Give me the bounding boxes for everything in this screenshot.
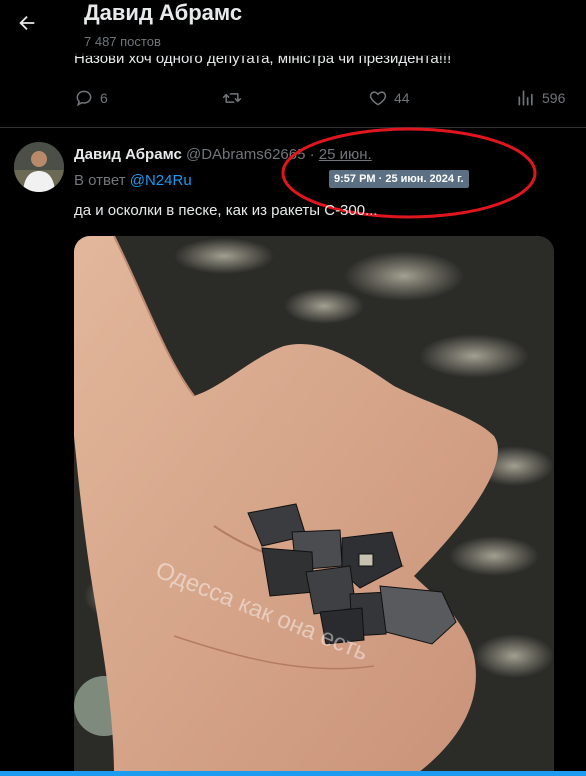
avatar[interactable] bbox=[14, 142, 64, 192]
views-count: 596 bbox=[542, 90, 566, 106]
header-posts-count: 7 487 постов bbox=[84, 34, 161, 49]
repost-button[interactable] bbox=[221, 88, 243, 108]
views-button[interactable]: 596 bbox=[516, 88, 565, 108]
author-name[interactable]: Давид Абрамс bbox=[74, 146, 182, 163]
post-divider bbox=[0, 127, 586, 128]
bottom-accent-bar bbox=[0, 771, 586, 776]
heart-icon bbox=[369, 91, 387, 106]
timestamp-tooltip: 9:57 PM · 25 июн. 2024 г. bbox=[329, 170, 469, 188]
header-separator: · bbox=[309, 146, 315, 163]
reply-count: 6 bbox=[100, 90, 108, 106]
like-button[interactable]: 44 bbox=[368, 88, 410, 108]
views-icon bbox=[518, 90, 533, 106]
tweet-header: Давид Абрамс @DAbrams62665 · 25 июн. bbox=[74, 146, 372, 163]
previous-post-actions: 6 44 596 bbox=[74, 88, 574, 110]
repost-icon bbox=[222, 93, 242, 103]
reply-context: В ответ @N24Ru bbox=[74, 172, 192, 189]
reply-to-link[interactable]: @N24Ru bbox=[130, 172, 192, 189]
tweet-text: да и осколки в песке, как из ракеты С-30… bbox=[74, 202, 378, 219]
tweet-date[interactable]: 25 июн. bbox=[319, 146, 372, 163]
like-count: 44 bbox=[394, 90, 410, 106]
reply-button[interactable]: 6 bbox=[74, 88, 108, 108]
top-header: Давид Абрамс 7 487 постов bbox=[0, 0, 586, 56]
author-handle[interactable]: @DAbrams62665 bbox=[186, 146, 305, 163]
header-title: Давид Абрамс bbox=[84, 0, 243, 25]
arrow-left-icon bbox=[19, 15, 35, 31]
reply-prefix: В ответ bbox=[74, 172, 126, 189]
reply-icon bbox=[76, 90, 92, 107]
back-button[interactable] bbox=[12, 8, 42, 38]
tweet-photo[interactable]: Одесса как она есть bbox=[74, 236, 554, 776]
